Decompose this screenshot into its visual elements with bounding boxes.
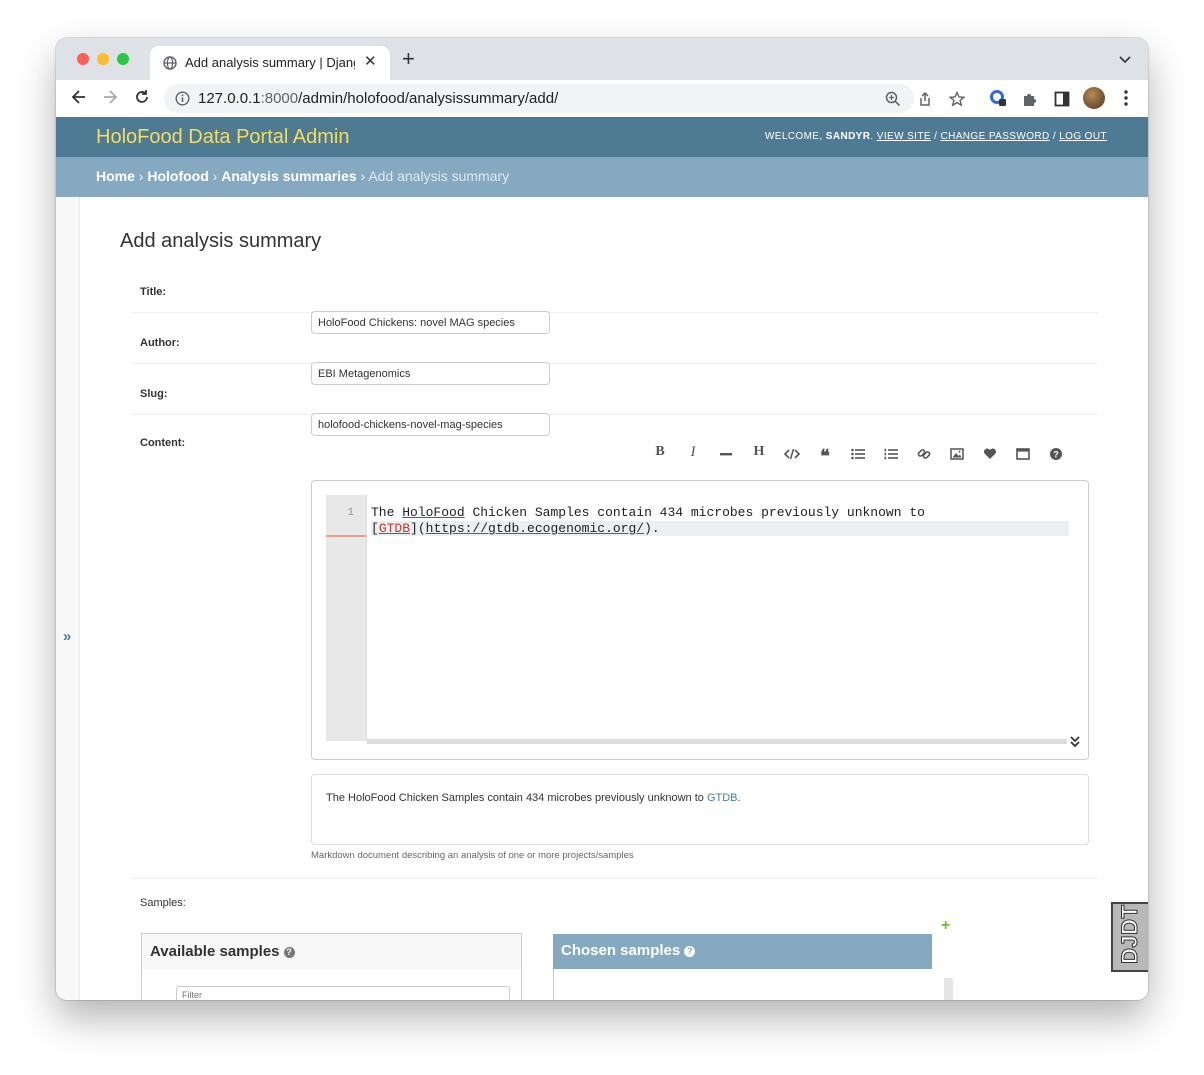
quote-icon[interactable]: ❝ bbox=[815, 444, 835, 466]
address-bar[interactable]: 127.0.0.1:8000/admin/holofood/analysissu… bbox=[164, 84, 914, 113]
tab-title: Add analysis summary | Django site admin bbox=[185, 55, 355, 70]
chosen-samples-title: Chosen samples bbox=[561, 942, 681, 959]
editor-code-area[interactable]: The HoloFood Chicken Samples contain 434… bbox=[367, 495, 1073, 741]
change-password-link[interactable]: Change password bbox=[940, 131, 1049, 142]
breadcrumb-current: Add analysis summary bbox=[368, 168, 510, 184]
line-gutter: 1 bbox=[326, 495, 367, 741]
bookmark-star-icon[interactable] bbox=[948, 90, 966, 112]
extensions-puzzle-icon[interactable] bbox=[1022, 91, 1038, 112]
share-icon[interactable] bbox=[918, 91, 932, 112]
profile-avatar[interactable] bbox=[1083, 87, 1105, 109]
admin-header: HoloFood Data Portal Admin Welcome, sand… bbox=[56, 117, 1148, 157]
side-panel-icon[interactable] bbox=[1054, 91, 1070, 112]
available-samples-header: Available samples? bbox=[141, 933, 522, 971]
heart-icon[interactable] bbox=[980, 444, 1000, 464]
nav-sidebar: » bbox=[56, 197, 80, 1000]
browser-menu-icon[interactable] bbox=[1124, 89, 1128, 112]
add-sample-plus-icon[interactable]: + bbox=[941, 917, 950, 935]
password-manager-icon[interactable] bbox=[989, 89, 1007, 112]
svg-text:?: ? bbox=[1053, 450, 1059, 460]
help-icon[interactable]: ? bbox=[1046, 444, 1066, 464]
zoom-icon[interactable] bbox=[885, 91, 901, 112]
fullscreen-icon[interactable] bbox=[1013, 444, 1033, 464]
site-info-icon[interactable] bbox=[175, 91, 190, 111]
preview-gtdb-link[interactable]: GTDB bbox=[707, 792, 738, 804]
slug-row: Slug: bbox=[131, 364, 1098, 415]
minimize-window-button[interactable] bbox=[97, 53, 109, 65]
globe-icon bbox=[163, 56, 177, 75]
chosen-samples-header: Chosen samples? bbox=[553, 934, 932, 969]
back-arrow-icon[interactable] bbox=[70, 88, 88, 111]
preview-text: The HoloFood Chicken Samples contain 434… bbox=[326, 792, 741, 804]
reload-icon[interactable] bbox=[133, 88, 151, 111]
close-tab-icon[interactable]: ✕ bbox=[364, 52, 377, 70]
breadcrumb-home[interactable]: Home bbox=[96, 168, 135, 184]
djdt-toolbar-handle[interactable]: DJDT bbox=[1111, 902, 1148, 972]
code-line-2: [GTDB](https://gtdb.ecogenomic.org/). bbox=[371, 521, 1069, 536]
chosen-samples-list[interactable] bbox=[553, 969, 933, 1000]
maximize-window-button[interactable] bbox=[117, 53, 129, 65]
tab-search-chevron-icon[interactable] bbox=[1118, 52, 1132, 70]
page-title: Add analysis summary bbox=[120, 230, 322, 253]
forward-arrow-icon[interactable] bbox=[101, 88, 119, 111]
question-help-icon[interactable]: ? bbox=[283, 947, 295, 958]
slug-label: Slug: bbox=[140, 388, 168, 400]
link-icon[interactable] bbox=[914, 444, 934, 464]
editor-horizontal-scrollbar[interactable] bbox=[367, 739, 1067, 744]
heading-icon[interactable]: H bbox=[749, 444, 769, 464]
samples-filter-input[interactable] bbox=[176, 986, 510, 1000]
italic-icon[interactable]: I bbox=[683, 444, 703, 464]
title-row: Title: bbox=[131, 272, 1098, 313]
image-icon[interactable] bbox=[947, 444, 967, 464]
breadcrumb-model[interactable]: Analysis summaries bbox=[221, 168, 356, 184]
author-label: Author: bbox=[140, 337, 180, 349]
content-help-text: Markdown document describing an analysis… bbox=[311, 850, 634, 861]
new-tab-button[interactable]: + bbox=[402, 48, 415, 70]
breadcrumb-app[interactable]: Holofood bbox=[147, 168, 208, 184]
code-icon[interactable] bbox=[782, 444, 802, 464]
question-help-icon[interactable]: ? bbox=[684, 946, 696, 957]
markdown-preview: The HoloFood Chicken Samples contain 434… bbox=[311, 774, 1089, 845]
breadcrumb: Home › Holofood › Analysis summaries › A… bbox=[56, 157, 1148, 197]
horizontal-rule-icon[interactable] bbox=[716, 444, 736, 464]
log-out-link[interactable]: Log out bbox=[1059, 131, 1107, 142]
site-branding[interactable]: HoloFood Data Portal Admin bbox=[96, 126, 349, 149]
markdown-editor[interactable]: 1 The HoloFood Chicken Samples contain 4… bbox=[311, 480, 1089, 760]
browser-toolbar: 127.0.0.1:8000/admin/holofood/analysissu… bbox=[56, 80, 1148, 118]
samples-label: Samples: bbox=[140, 897, 186, 909]
browser-tab[interactable]: Add analysis summary | Django site admin… bbox=[150, 46, 390, 80]
unordered-list-icon[interactable] bbox=[848, 444, 868, 464]
tab-strip: Add analysis summary | Django site admin… bbox=[56, 38, 1148, 80]
available-samples-filter bbox=[141, 969, 522, 1000]
content-label: Content: bbox=[140, 437, 186, 449]
code-line-1: The HoloFood Chicken Samples contain 434… bbox=[371, 505, 925, 520]
bold-icon[interactable]: B bbox=[650, 444, 670, 464]
djdt-label: DJDT bbox=[1117, 904, 1143, 964]
close-window-button[interactable] bbox=[77, 53, 89, 65]
main-content: Add analysis summary Title: Author: Slug… bbox=[80, 197, 1148, 1000]
search-icon bbox=[150, 977, 170, 1000]
browser-window: Add analysis summary | Django site admin… bbox=[56, 38, 1148, 1000]
view-site-link[interactable]: View site bbox=[877, 131, 931, 142]
available-samples-title: Available samples bbox=[150, 943, 280, 960]
username: sandyr bbox=[825, 131, 871, 142]
user-tools: Welcome, sandyr. View site / Change pass… bbox=[764, 131, 1107, 142]
title-label: Title: bbox=[140, 286, 167, 298]
toggle-nav-sidebar-button[interactable]: » bbox=[63, 628, 71, 645]
expand-editor-chevron-icon[interactable] bbox=[1069, 735, 1081, 754]
line-number: 1 bbox=[347, 507, 354, 519]
author-row: Author: bbox=[131, 313, 1098, 364]
gutter-marker bbox=[326, 535, 366, 537]
url-text: 127.0.0.1:8000/admin/holofood/analysissu… bbox=[198, 90, 559, 107]
ordered-list-icon[interactable] bbox=[881, 444, 901, 464]
chosen-samples-scrollbar[interactable] bbox=[944, 978, 953, 1000]
